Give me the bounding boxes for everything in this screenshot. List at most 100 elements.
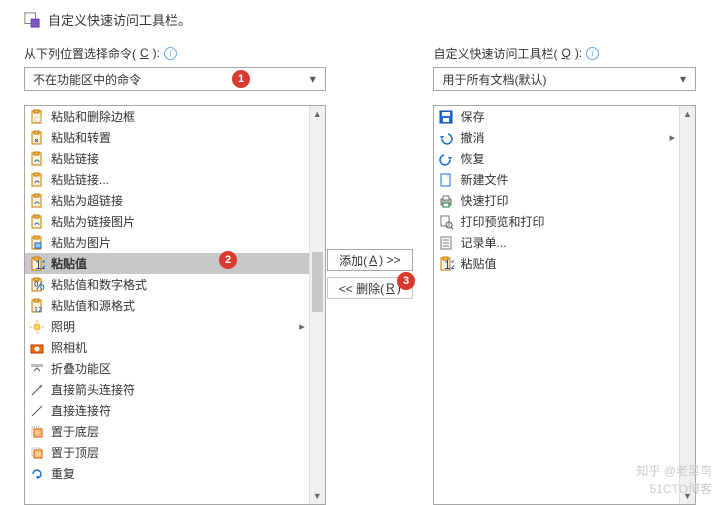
list-item[interactable]: 重复 bbox=[25, 463, 309, 484]
list-item-label: 照明 bbox=[51, 318, 75, 335]
scrollbar[interactable]: ▲ ▼ bbox=[309, 106, 325, 504]
list-item-label: 粘贴为超链接 bbox=[51, 192, 123, 209]
list-item[interactable]: 粘贴为图片 bbox=[25, 232, 309, 253]
list-item-label: 粘贴和删除边框 bbox=[51, 108, 135, 125]
scroll-down-icon[interactable]: ▼ bbox=[310, 488, 325, 504]
list-item[interactable]: 打印预览和打印 bbox=[434, 211, 679, 232]
choose-commands-label: 从下列位置选择命令(C): i bbox=[24, 43, 326, 63]
list-item-label: 记录单... bbox=[460, 234, 506, 251]
list-item[interactable]: 粘贴和删除边框 bbox=[25, 106, 309, 127]
print-preview-icon bbox=[438, 214, 454, 230]
scrollbar[interactable]: ▲ ▼ bbox=[679, 106, 695, 504]
add-button[interactable]: 添加(A) >> bbox=[327, 249, 413, 271]
list-item[interactable]: 粘贴为链接图片 bbox=[25, 211, 309, 232]
redo-icon bbox=[438, 151, 454, 167]
list-item-label: 快速打印 bbox=[460, 192, 508, 209]
paste-linkpic-icon bbox=[29, 214, 45, 230]
list-item-label: 撤消 bbox=[460, 129, 484, 146]
svg-text:%12: %12 bbox=[34, 279, 45, 293]
paste-values-icon: 12 bbox=[29, 256, 45, 272]
list-item[interactable]: 粘贴和转置 bbox=[25, 127, 309, 148]
list-item-label: 打印预览和打印 bbox=[460, 213, 544, 230]
list-item[interactable]: 照明 ▸ bbox=[25, 316, 309, 337]
list-item-label: 置于底层 bbox=[51, 423, 99, 440]
list-item[interactable]: %12 粘贴值和数字格式 bbox=[25, 274, 309, 295]
undo-icon bbox=[438, 130, 454, 146]
list-item-label: 粘贴为链接图片 bbox=[51, 213, 135, 230]
list-item[interactable]: 粘贴链接... bbox=[25, 169, 309, 190]
list-item-label: 粘贴和转置 bbox=[51, 129, 111, 146]
list-item-label: 置于顶层 bbox=[51, 444, 99, 461]
list-item-label: 粘贴值和源格式 bbox=[51, 297, 135, 314]
callout-2: 2 bbox=[219, 251, 237, 269]
list-item-label: 粘贴链接... bbox=[51, 171, 109, 188]
scroll-up-icon[interactable]: ▲ bbox=[680, 106, 695, 122]
qat-target-label: 自定义快速访问工具栏(Q): i bbox=[433, 43, 696, 63]
paste-link2-icon bbox=[29, 172, 45, 188]
svg-text:12: 12 bbox=[35, 258, 45, 272]
collapse-ribbon-icon bbox=[29, 361, 45, 377]
paste-valsrc-icon: ₁₂ bbox=[29, 298, 45, 314]
chevron-down-icon: ▾ bbox=[305, 72, 321, 86]
list-item[interactable]: 直接连接符 bbox=[25, 400, 309, 421]
list-item-label: 新建文件 bbox=[460, 171, 508, 188]
list-item[interactable]: 快速打印 bbox=[434, 190, 679, 211]
list-item[interactable]: 新建文件 bbox=[434, 169, 679, 190]
paste-pic-icon bbox=[29, 235, 45, 251]
svg-text:12: 12 bbox=[444, 258, 454, 272]
list-item[interactable]: 恢复 bbox=[434, 148, 679, 169]
save-icon bbox=[438, 109, 454, 125]
list-item[interactable]: 置于顶层 bbox=[25, 442, 309, 463]
list-item[interactable]: 撤消 ▸ bbox=[434, 127, 679, 148]
callout-1: 1 bbox=[232, 70, 250, 88]
callout-3: 3 bbox=[397, 272, 415, 290]
list-item[interactable]: 12 粘贴值 bbox=[25, 253, 309, 274]
camera-icon bbox=[29, 340, 45, 356]
commands-source-dropdown[interactable]: 不在功能区中的命令 ▾ bbox=[24, 67, 326, 91]
repeat-icon bbox=[29, 466, 45, 482]
svg-text:₁₂: ₁₂ bbox=[34, 300, 43, 314]
list-item[interactable]: ₁₂ 粘贴值和源格式 bbox=[25, 295, 309, 316]
arrow-connector-icon bbox=[29, 382, 45, 398]
quick-print-icon bbox=[438, 193, 454, 209]
watermark: 知乎 @老菜鸟 bbox=[636, 462, 712, 479]
submenu-indicator-icon: ▸ bbox=[669, 131, 675, 144]
paste-hyperlink-icon bbox=[29, 193, 45, 209]
list-item-label: 粘贴链接 bbox=[51, 150, 99, 167]
scroll-up-icon[interactable]: ▲ bbox=[310, 106, 325, 122]
list-item-label: 恢复 bbox=[460, 150, 484, 167]
qat-target-dropdown[interactable]: 用于所有文档(默认) ▾ bbox=[433, 67, 696, 91]
list-item-label: 保存 bbox=[460, 108, 484, 125]
new-file-icon bbox=[438, 172, 454, 188]
list-item[interactable]: 12 粘贴值 bbox=[434, 253, 679, 274]
straight-connector-icon bbox=[29, 403, 45, 419]
list-item[interactable]: 折叠功能区 bbox=[25, 358, 309, 379]
list-item-label: 折叠功能区 bbox=[51, 360, 111, 377]
paste-valnum-icon: %12 bbox=[29, 277, 45, 293]
list-item-label: 重复 bbox=[51, 465, 75, 482]
paste-transpose-icon bbox=[29, 130, 45, 146]
list-item[interactable]: 置于底层 bbox=[25, 421, 309, 442]
customize-qat-icon bbox=[24, 12, 40, 28]
submenu-indicator-icon: ▸ bbox=[299, 320, 305, 333]
list-item-label: 粘贴值 bbox=[51, 255, 87, 272]
chevron-down-icon: ▾ bbox=[675, 72, 691, 86]
list-item[interactable]: 粘贴链接 bbox=[25, 148, 309, 169]
paste-link-icon bbox=[29, 151, 45, 167]
list-item[interactable]: 照相机 bbox=[25, 337, 309, 358]
available-commands-list[interactable]: 粘贴和删除边框粘贴和转置粘贴链接粘贴链接... 粘贴为超链接粘贴为链接图片粘贴为图… bbox=[24, 105, 326, 505]
watermark: 51CTO博客 bbox=[650, 480, 712, 497]
qat-commands-list[interactable]: 保存撤消 ▸ 恢复新建文件快速打印打印预览和打印记录单... 12 粘贴值 ▲ ▼ bbox=[433, 105, 696, 505]
list-item[interactable]: 记录单... bbox=[434, 232, 679, 253]
list-item-label: 粘贴值 bbox=[460, 255, 496, 272]
list-item-label: 粘贴值和数字格式 bbox=[51, 276, 147, 293]
list-item-label: 照相机 bbox=[51, 339, 87, 356]
list-item[interactable]: 粘贴为超链接 bbox=[25, 190, 309, 211]
list-item[interactable]: 保存 bbox=[434, 106, 679, 127]
list-item[interactable]: 直接箭头连接符 bbox=[25, 379, 309, 400]
bring-front-icon bbox=[29, 445, 45, 461]
info-icon[interactable]: i bbox=[586, 47, 599, 60]
info-icon[interactable]: i bbox=[164, 47, 177, 60]
lighting-icon bbox=[29, 319, 45, 335]
send-back-icon bbox=[29, 424, 45, 440]
